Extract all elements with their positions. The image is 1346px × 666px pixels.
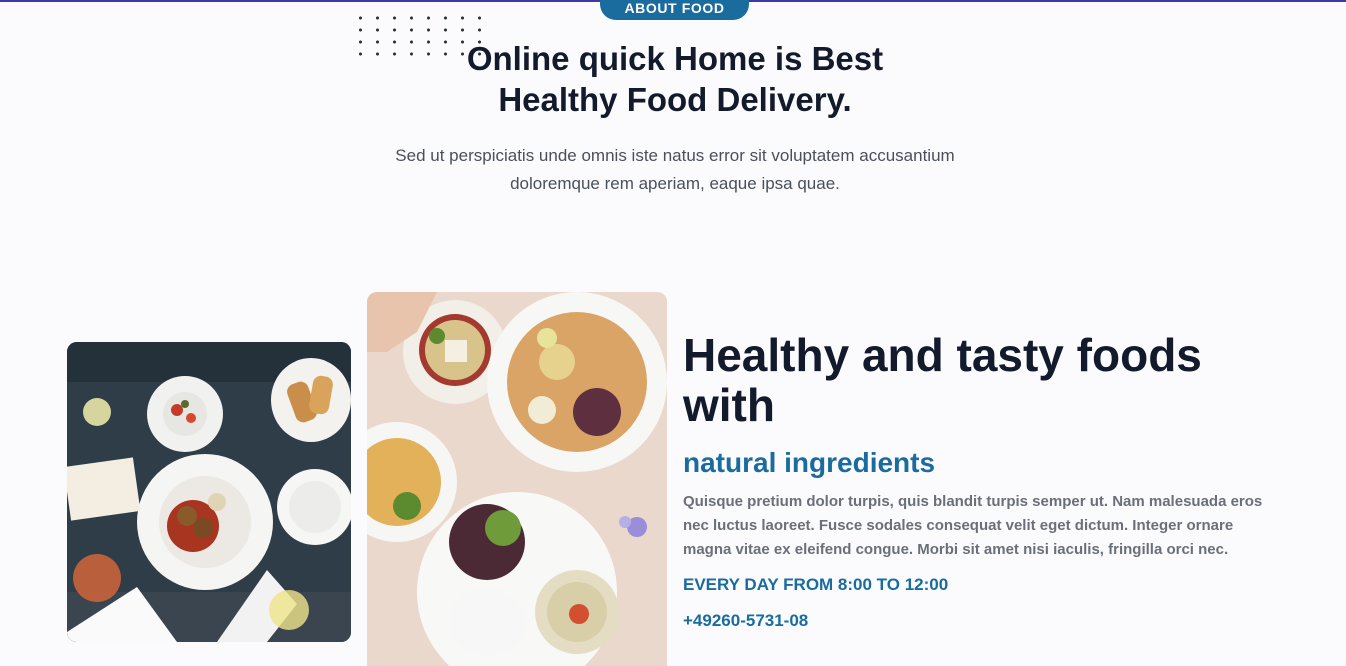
feature-body-text: Quisque pretium dolor turpis, quis bland… [683, 493, 1263, 558]
opening-hours: EVERY DAY FROM 8:00 TO 12:00 [683, 575, 949, 594]
section-description: Sed ut perspiciatis unde omnis iste natu… [395, 146, 955, 193]
feature-subtitle: natural ingredients [683, 447, 936, 478]
restaurant-table-photo [67, 342, 351, 642]
feature-title: Healthy and tasty foods with [683, 329, 1202, 431]
healthy-dishes-photo [367, 292, 667, 666]
about-food-badge: ABOUT FOOD [600, 0, 749, 20]
feature-content: Healthy and tasty foods with natural ing… [683, 330, 1283, 633]
section-title: Online quick Home is Best Healthy Food D… [466, 40, 884, 118]
phone-number-link[interactable]: +49260-5731-08 [683, 609, 1283, 633]
